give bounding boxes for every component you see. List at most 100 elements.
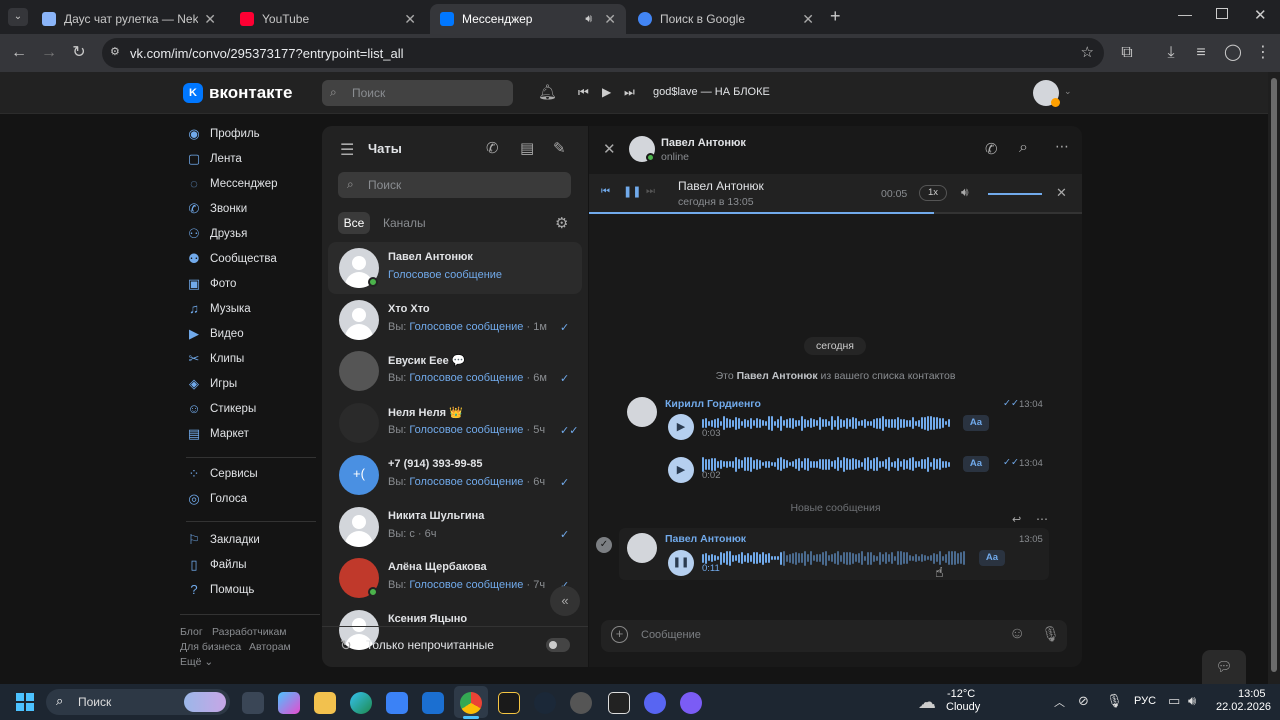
tab-search-button[interactable]: ⌄ <box>8 8 28 26</box>
speaker-icon[interactable]: 🔊︎ <box>585 13 592 26</box>
bookmark-star-icon[interactable]: ☆ <box>1081 43 1094 61</box>
vk-logo-icon[interactable]: K <box>183 83 203 103</box>
forward-arrow-icon[interactable]: → <box>38 42 60 64</box>
mic-tray-icon[interactable]: 🎙︎ <box>1106 693 1123 709</box>
file-explorer-icon[interactable] <box>314 692 336 714</box>
taskbar-search[interactable]: ⌕ Поиск <box>46 689 230 715</box>
chrome-icon[interactable] <box>460 692 482 714</box>
media-control-icon[interactable]: ≡ <box>1190 42 1212 64</box>
menu-item-photo[interactable]: ▣ Фото <box>186 274 237 294</box>
vk-logo-text[interactable]: вконтакте <box>209 83 292 103</box>
reload-icon[interactable]: ↻ <box>68 42 90 64</box>
transcribe-button[interactable]: Aa <box>979 550 1005 566</box>
menu-item-messenger[interactable]: ◌ Мессенджер <box>186 174 277 194</box>
footer-blog-link[interactable]: Блог <box>180 626 203 638</box>
copilot-icon[interactable] <box>278 692 300 714</box>
weather-desc[interactable]: Cloudy <box>946 701 980 713</box>
voice-play-button[interactable]: ▶ <box>668 414 694 440</box>
menu-item-bookmarks[interactable]: ⚐ Закладки <box>186 530 260 550</box>
tab-youtube[interactable]: YouTube ✕ <box>230 4 426 34</box>
more-dots-icon[interactable]: ⋯ <box>1055 138 1069 155</box>
network-off-icon[interactable]: ⊘ <box>1078 693 1089 709</box>
epic-games-icon[interactable] <box>608 692 630 714</box>
window-close-button[interactable]: ✕ <box>1254 6 1267 24</box>
menu-item-phone[interactable]: ✆ Звонки <box>186 199 248 219</box>
minimize-button[interactable]: — <box>1178 6 1192 22</box>
hamburger-menu-icon[interactable]: ☰ <box>340 140 354 160</box>
voice-pause-button[interactable]: ❚❚ <box>668 550 694 576</box>
play-icon[interactable]: ▶ <box>602 85 611 99</box>
close-conversation-icon[interactable]: ✕ <box>603 140 616 158</box>
messenger-app-icon[interactable] <box>680 692 702 714</box>
chat-list-item[interactable]: Евусик Еее 💬 Вы: Голосовое сообщение · 6м… <box>328 345 582 397</box>
menu-item-communities[interactable]: ⚉ Сообщества <box>186 249 277 269</box>
sender-name[interactable]: Кирилл Гордиенго <box>665 398 761 410</box>
menu-item-friends[interactable]: ⚇ Друзья <box>186 224 247 244</box>
menu-item-market[interactable]: ▤ Маркет <box>186 424 249 444</box>
sender-avatar[interactable] <box>627 533 657 563</box>
menu-item-feed[interactable]: ▢ Лента <box>186 149 242 169</box>
ms-store-icon[interactable] <box>386 692 408 714</box>
message-actions-dots-icon[interactable]: ⋯ <box>1036 512 1048 526</box>
close-player-icon[interactable]: ✕ <box>1056 185 1067 201</box>
microphone-icon[interactable]: 🎙︎ <box>1041 625 1060 643</box>
chat-list-item[interactable]: Алёна Щербакова Вы: Голосовое сообщение ·… <box>328 552 582 604</box>
game-app-icon[interactable] <box>498 692 520 714</box>
steam-icon[interactable] <box>534 692 556 714</box>
menu-item-profile[interactable]: ◉ Профиль <box>186 124 259 144</box>
sender-avatar[interactable] <box>627 397 657 427</box>
voice-waveform[interactable] <box>702 550 968 566</box>
page-scrollbar[interactable] <box>1268 72 1280 684</box>
sender-name[interactable]: Павел Антонюк <box>665 533 746 545</box>
menu-item-games[interactable]: ◈ Игры <box>186 374 237 394</box>
footer-authors-link[interactable]: Авторам <box>249 641 291 653</box>
footer-business-link[interactable]: Для бизнеса <box>180 641 241 653</box>
now-playing-text[interactable]: god$lave — НА БЛОКЕ <box>653 86 770 98</box>
task-view-icon[interactable] <box>242 692 264 714</box>
address-bar[interactable]: ⚙ vk.com/im/convo/295373177?entrypoint=l… <box>102 38 1104 68</box>
download-icon[interactable]: ⤓ <box>1160 42 1182 64</box>
outlook-icon[interactable] <box>422 692 444 714</box>
edge-icon[interactable] <box>350 692 372 714</box>
call-icon[interactable]: ✆ <box>985 140 998 158</box>
chat-list-item[interactable]: Неля Неля 👑 Вы: Голосовое сообщение · 5ч ✓… <box>328 397 582 449</box>
menu-item-video[interactable]: ▶ Видео <box>186 324 244 344</box>
transcribe-button[interactable]: Aa <box>963 456 989 472</box>
volume-slider[interactable] <box>988 193 1042 195</box>
settings-app-icon[interactable] <box>570 692 592 714</box>
player-progress-track[interactable] <box>589 212 1082 214</box>
extensions-icon[interactable]: ⧉ <box>1116 42 1138 64</box>
display-tray-icon[interactable]: ▭ <box>1168 693 1180 709</box>
notifications-bell-icon[interactable]: 🔔︎ <box>538 83 557 101</box>
close-icon[interactable]: ✕ <box>404 11 416 28</box>
footer-more-link[interactable]: Ещё ⌄ <box>180 656 213 668</box>
close-icon[interactable]: ✕ <box>204 11 216 28</box>
collapse-panel-button[interactable]: « <box>550 586 580 616</box>
tab-messenger[interactable]: Мессенджер 🔊︎ ✕ <box>430 4 626 34</box>
close-icon[interactable]: ✕ <box>802 11 814 28</box>
filter-all-tab[interactable]: Все <box>338 212 370 234</box>
next-track-icon[interactable]: ⏭ <box>624 85 635 100</box>
clock-date[interactable]: 22.02.2026 <box>1216 701 1271 713</box>
chat-list-item[interactable]: Павел Антонюк Голосовое сообщение <box>328 242 582 294</box>
new-tab-button[interactable]: + <box>830 6 841 27</box>
tab-google[interactable]: Поиск в Google ✕ <box>628 4 824 34</box>
discord-icon[interactable] <box>644 692 666 714</box>
select-message-check-icon[interactable]: ✓ <box>596 537 612 553</box>
language-indicator[interactable]: РУС <box>1134 695 1156 707</box>
tab-nekto[interactable]: Даус чат рулетка — Nekto ✕ <box>32 4 226 34</box>
compose-icon[interactable]: ✎ <box>553 139 566 157</box>
restore-button[interactable] <box>1216 8 1228 19</box>
playback-speed-button[interactable]: 1x <box>919 185 947 201</box>
voice-play-button[interactable]: ▶ <box>668 457 694 483</box>
filter-channels-tab[interactable]: Каналы <box>383 216 426 230</box>
contact-name[interactable]: Павел Антонюк <box>661 137 746 149</box>
menu-item-votes[interactable]: ◎ Голоса <box>186 489 247 509</box>
menu-item-stickers[interactable]: ☺ Стикеры <box>186 399 256 419</box>
message-input-bar[interactable]: + Сообщение ☺ 🎙︎ <box>601 620 1067 652</box>
player-next-icon[interactable]: ⏭ <box>646 186 655 197</box>
unread-only-toggle[interactable] <box>546 638 570 652</box>
transcribe-button[interactable]: Aa <box>963 415 989 431</box>
emoji-icon[interactable]: ☺ <box>1009 625 1025 643</box>
menu-item-music[interactable]: ♫ Музыка <box>186 299 251 319</box>
